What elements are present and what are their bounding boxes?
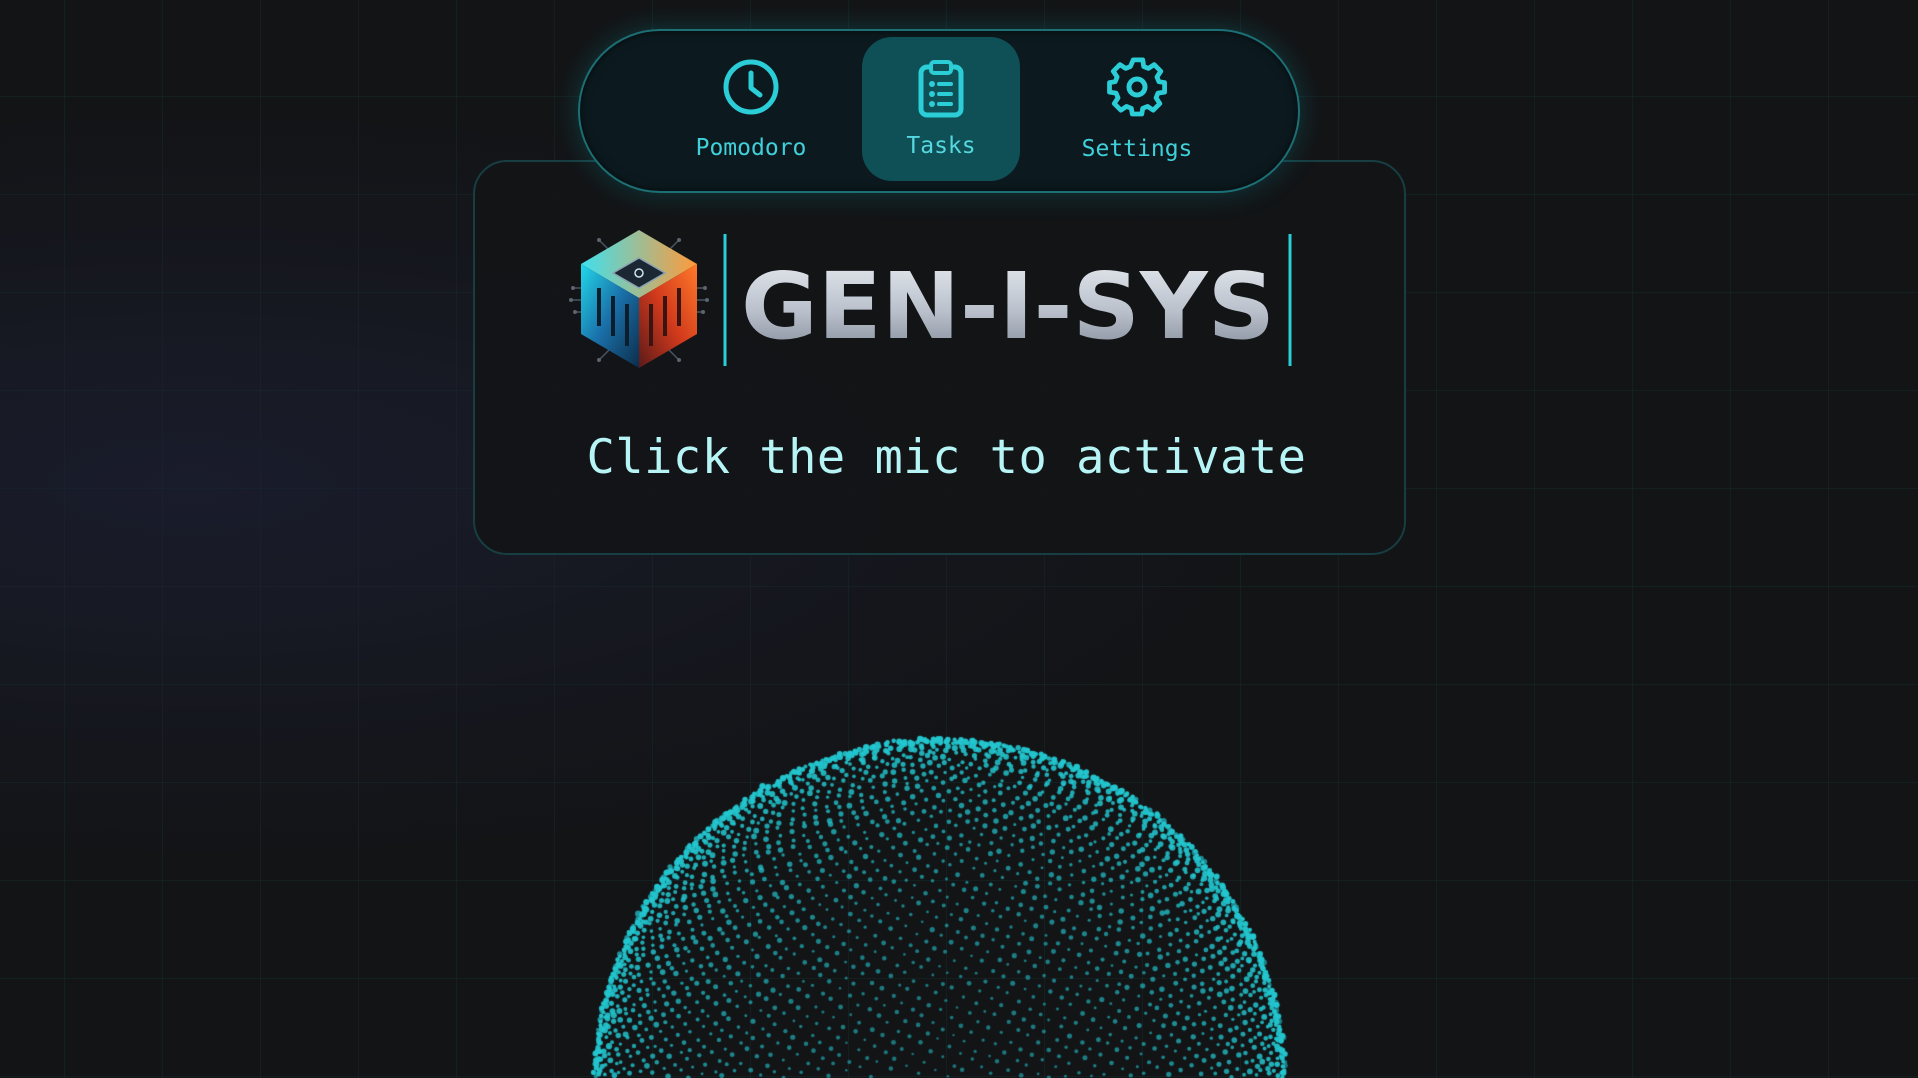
- tab-tasks[interactable]: Tasks: [862, 37, 1020, 181]
- tab-settings[interactable]: Settings: [1058, 37, 1216, 181]
- brand-name: GEN-I-SYS: [741, 253, 1275, 360]
- tab-settings-label: Settings: [1081, 136, 1193, 162]
- clipboard-list-icon: [916, 59, 966, 123]
- clock-icon: [721, 57, 781, 121]
- tab-pomodoro[interactable]: Pomodoro: [672, 37, 830, 181]
- mic-status-prompt: Click the mic to activate: [586, 430, 1307, 485]
- main-nav: Pomodoro Tasks Settings: [578, 29, 1300, 193]
- tab-tasks-label: Tasks: [906, 133, 976, 159]
- assistant-card: GEN-I-SYS Click the mic to activate: [473, 160, 1406, 555]
- gear-icon: [1106, 56, 1168, 122]
- tab-pomodoro-label: Pomodoro: [695, 135, 807, 161]
- circuit-cube-logo-icon: [569, 230, 709, 368]
- brand-logo: GEN-I-SYS: [569, 230, 1292, 368]
- app-window: Pomodoro Tasks Settings GEN-I-SYS Click …: [0, 0, 1918, 1078]
